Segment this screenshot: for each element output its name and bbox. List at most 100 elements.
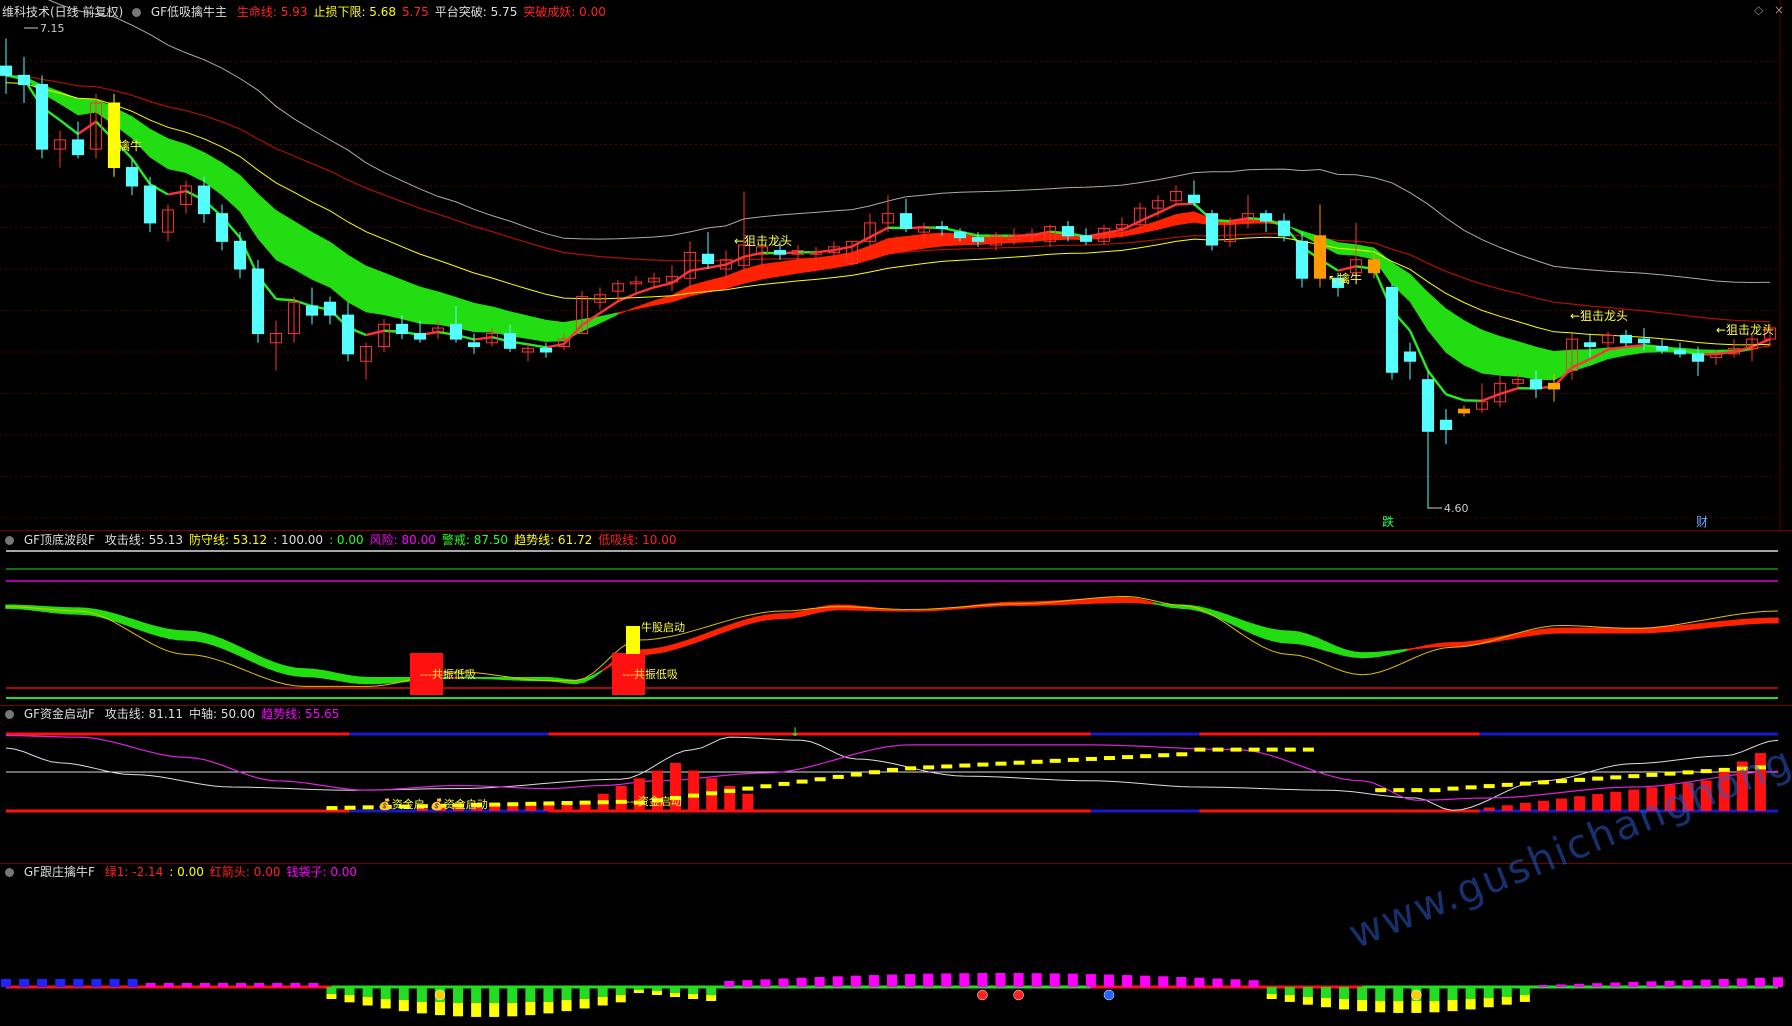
- trend-band-segment: [492, 307, 510, 336]
- trend-dash: [1520, 782, 1531, 786]
- trend-band-segment: [1464, 321, 1482, 374]
- trend-band-segment: [60, 91, 78, 115]
- magenta-bar: [779, 979, 789, 987]
- band-segment: [657, 647, 666, 653]
- band-segment: [1661, 627, 1670, 632]
- band-segment: [838, 605, 847, 609]
- band-segment: [494, 678, 503, 680]
- stock-title: 维科技术(日线 前复权): [2, 5, 123, 19]
- trend-dash: [1665, 772, 1676, 776]
- field-4: 风险: 80.00: [370, 533, 436, 547]
- band-segment: [648, 649, 657, 655]
- pane2-fields: 攻击线: 55.13防守线: 53.12: 100.00: 0.00风险: 80…: [105, 533, 683, 547]
- trend-band-segment: [240, 175, 258, 238]
- pane-capital-start[interactable]: GF资金启动F 攻击线: 81.11中轴: 50.00趋势线: 55.65 ↓💰…: [0, 705, 1792, 864]
- trend-dash: [977, 763, 988, 767]
- yellow-bar: [670, 993, 680, 997]
- band-segment: [124, 617, 133, 627]
- candlestick-chart: 7.154.60↖擒牛←狙击龙头↖擒牛←狙击龙头←狙击龙头跌财: [0, 0, 1792, 530]
- trend-dash: [1502, 783, 1513, 787]
- blue-bar: [19, 979, 29, 987]
- yellow-bar: [1339, 999, 1349, 1009]
- band-segment: [1651, 628, 1660, 633]
- trend-band-segment: [924, 233, 942, 249]
- trend-band-segment: [528, 316, 546, 342]
- magenta-bar: [1104, 975, 1114, 987]
- band-segment: [784, 613, 793, 618]
- trend-band-segment: [348, 255, 366, 312]
- magenta-bar: [1538, 985, 1548, 987]
- candle-body: [0, 66, 11, 75]
- green-bar: [634, 987, 644, 990]
- candle-body: [1278, 221, 1289, 236]
- magenta-bar: [1050, 973, 1060, 987]
- magenta-bar: [1665, 981, 1675, 987]
- pane-band-oscillator[interactable]: GF顶底波段F 攻击线: 55.13防守线: 53.12: 100.00: 0.…: [0, 530, 1792, 706]
- candle-body: [1458, 409, 1469, 413]
- wealth-marker: 财: [1696, 515, 1708, 529]
- yellow-bar: [1520, 995, 1530, 1002]
- candle-body: [252, 269, 263, 334]
- low-price-label: 4.60: [1444, 502, 1469, 515]
- candle-body: [36, 85, 47, 150]
- field-0: 攻击线: 55.13: [105, 533, 183, 547]
- main-chart-pane[interactable]: 维科技术(日线 前复权) GF低吸擒牛主 生命线: 5.93止损下限: 5.68…: [0, 0, 1792, 530]
- annotation-label: ↖擒牛: [1328, 271, 1362, 286]
- diamond-icon[interactable]: ◇: [1754, 3, 1763, 17]
- fast-line-segment: [1176, 204, 1194, 205]
- field-2: 趋势线: 55.65: [261, 707, 339, 721]
- money-bag-icon: [1104, 990, 1114, 1000]
- band-segment: [1733, 620, 1742, 625]
- green-bar: [1267, 987, 1277, 994]
- green-bar: [598, 987, 608, 997]
- band-segment: [693, 635, 702, 643]
- band-segment: [793, 612, 802, 618]
- main-pane-header: 维科技术(日线 前复权) GF低吸擒牛主 生命线: 5.93止损下限: 5.68…: [2, 4, 618, 20]
- trend-band-segment: [834, 252, 852, 268]
- trend-band-segment: [1176, 212, 1194, 225]
- pane3-fields: 攻击线: 81.11 中轴: 50.00 趋势线: 55.65: [105, 707, 346, 721]
- trend-band-segment: [888, 236, 906, 254]
- blue-bar: [55, 979, 65, 987]
- magenta-bar: [1773, 977, 1783, 987]
- fast-line-segment: [672, 271, 690, 283]
- trend-dash: [1556, 779, 1567, 783]
- band-segment: [304, 669, 313, 677]
- magenta-bar: [1068, 974, 1078, 987]
- band-segment: [1154, 603, 1163, 606]
- candle-body: [936, 227, 947, 229]
- magenta-bar: [995, 973, 1005, 987]
- bull-start-block: [626, 626, 640, 654]
- circle-dot-icon[interactable]: [5, 710, 14, 719]
- band-segment: [1697, 623, 1706, 628]
- circle-dot-icon[interactable]: [132, 8, 141, 17]
- pane3-header: GF资金启动F 攻击线: 81.11中轴: 50.00趋势线: 55.65: [2, 706, 351, 722]
- trend-band-segment: [384, 273, 402, 319]
- trend-dash: [1104, 756, 1115, 760]
- capital-bar: [688, 771, 699, 811]
- capital-bar: [779, 810, 790, 811]
- field-1: 中轴: 50.00: [189, 707, 255, 721]
- circle-dot-icon[interactable]: [5, 536, 14, 545]
- trend-dash: [1393, 788, 1404, 792]
- green-bar: [1339, 987, 1349, 999]
- trend-dash: [562, 801, 573, 805]
- green-bar: [417, 987, 427, 1002]
- yellow-bar: [1285, 995, 1295, 1002]
- blue-bar: [91, 979, 101, 987]
- band-segment: [1254, 625, 1263, 638]
- band-segment: [115, 614, 124, 624]
- close-icon[interactable]: ×: [1774, 3, 1784, 17]
- trend-dash: [851, 773, 862, 777]
- band-segment: [341, 674, 350, 682]
- blue-bar: [109, 979, 119, 987]
- field-0: 攻击线: 81.11: [105, 707, 183, 721]
- trend-band-segment: [1410, 274, 1428, 330]
- band-segment: [332, 672, 341, 680]
- circle-dot-icon[interactable]: [5, 868, 14, 877]
- yellow-bar: [616, 995, 626, 1002]
- green-bar: [706, 987, 716, 995]
- band-segment: [1742, 619, 1751, 624]
- yellow-bar: [1466, 999, 1476, 1009]
- green-bar: [616, 987, 626, 995]
